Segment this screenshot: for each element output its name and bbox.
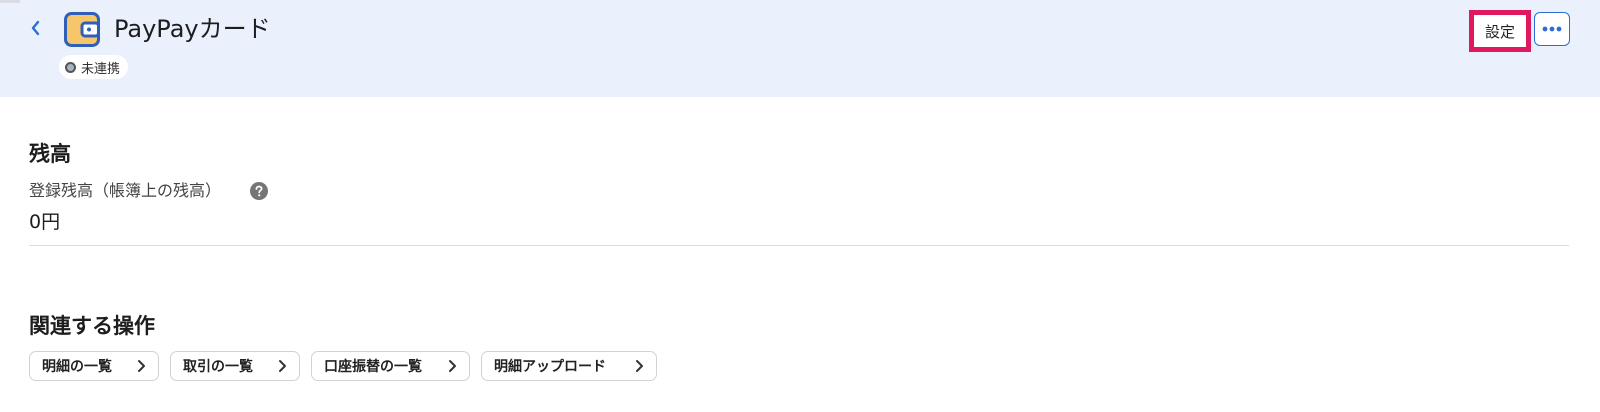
balance-section-title: 残高 bbox=[29, 142, 71, 166]
account-header: PayPayカード 未連携 設定 bbox=[0, 0, 1600, 97]
status-badge: 未連携 bbox=[59, 55, 129, 79]
statement-upload-button[interactable]: 明細アップロード bbox=[481, 351, 657, 381]
status-dot-icon bbox=[65, 61, 76, 73]
status-label: 未連携 bbox=[81, 61, 121, 77]
action-label: 明細の一覧 bbox=[42, 359, 112, 375]
page-title: PayPayカード bbox=[114, 15, 271, 43]
action-label: 口座振替の一覧 bbox=[324, 359, 422, 375]
chevron-left-icon bbox=[31, 20, 40, 36]
chevron-right-icon bbox=[278, 359, 287, 373]
chevron-right-icon bbox=[448, 359, 457, 373]
transactions-list-button[interactable]: 取引の一覧 bbox=[170, 351, 300, 381]
divider bbox=[29, 245, 1569, 246]
action-label: 明細アップロード bbox=[494, 359, 606, 375]
chevron-right-icon bbox=[635, 359, 644, 373]
corner-mark bbox=[0, 0, 20, 3]
back-button[interactable] bbox=[24, 16, 48, 40]
settings-button[interactable]: 設定 bbox=[1469, 10, 1531, 52]
direct-debit-list-button[interactable]: 口座振替の一覧 bbox=[311, 351, 470, 381]
wallet-icon bbox=[64, 12, 100, 47]
more-button[interactable] bbox=[1534, 12, 1570, 46]
action-label: 取引の一覧 bbox=[183, 359, 253, 375]
balance-label: 登録残高（帳簿上の残高） bbox=[29, 181, 222, 200]
related-actions-title: 関連する操作 bbox=[29, 314, 155, 338]
chevron-right-icon bbox=[137, 359, 146, 373]
statements-list-button[interactable]: 明細の一覧 bbox=[29, 351, 159, 381]
balance-value: 0円 bbox=[29, 211, 61, 233]
question-circle-icon[interactable] bbox=[250, 182, 268, 200]
more-horizontal-icon bbox=[1542, 26, 1562, 32]
